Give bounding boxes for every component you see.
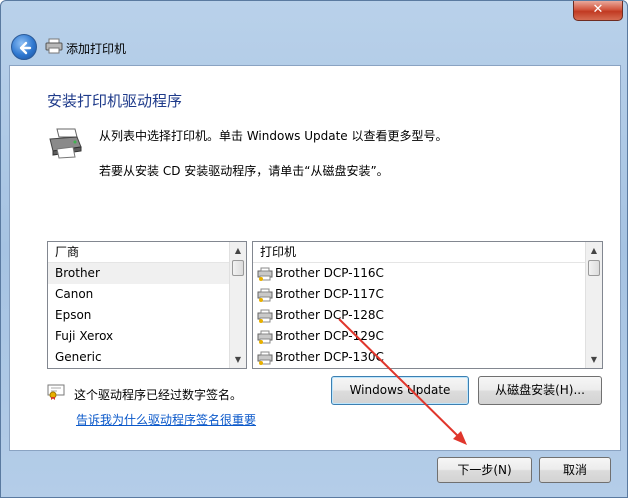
printer-listbox[interactable]: 打印机 Brother DCP-116C Brother DCP-117C Br…	[252, 241, 603, 369]
printer-item-label: Brother DCP-116C	[275, 266, 384, 280]
cancel-button[interactable]: 取消	[539, 457, 611, 483]
printer-icon	[45, 38, 63, 54]
back-arrow-icon	[19, 41, 32, 55]
printer-column-header[interactable]: 打印机	[253, 242, 602, 263]
printer-scrollbar[interactable]: ▲ ▼	[585, 242, 602, 368]
scroll-down-arrow[interactable]: ▼	[586, 351, 602, 368]
navigation-bar: 添加打印机	[9, 31, 621, 65]
windows-update-button[interactable]: Windows Update	[331, 376, 469, 405]
signature-status: 这个驱动程序已经过数字签名。	[74, 388, 243, 402]
printer-item[interactable]: Brother DCP-116C	[253, 263, 602, 284]
scroll-thumb[interactable]	[588, 260, 600, 276]
page-title: 安装打印机驱动程序	[47, 92, 183, 110]
manufacturer-item[interactable]: Fuji Xerox	[48, 326, 246, 347]
printer-driver-icon	[257, 309, 273, 323]
scroll-up-arrow[interactable]: ▲	[230, 242, 246, 259]
printer-driver-icon	[257, 330, 273, 344]
manufacturer-item[interactable]: Generic	[48, 347, 246, 368]
certificate-icon	[47, 384, 65, 400]
printer-item[interactable]: Brother DCP-117C	[253, 284, 602, 305]
instruction-text-disk: 若要从安装 CD 安装驱动程序，请单击“从磁盘安装”。	[99, 164, 389, 178]
manufacturer-item[interactable]: Canon	[48, 284, 246, 305]
printer-item-label: Brother DCP-130C	[275, 350, 384, 364]
manufacturer-item[interactable]: Epson	[48, 305, 246, 326]
scroll-up-arrow[interactable]: ▲	[586, 242, 602, 259]
printer-item-label: Brother DCP-128C	[275, 308, 384, 322]
instruction-text: 从列表中选择打印机。单击 Windows Update 以查看更多型号。	[99, 129, 448, 143]
next-button[interactable]: 下一步(N)	[437, 457, 532, 483]
printer-driver-icon	[49, 128, 82, 159]
printer-driver-icon	[257, 351, 273, 365]
driver-signing-help-link[interactable]: 告诉我为什么驱动程序签名很重要	[76, 411, 256, 428]
manufacturer-column-header[interactable]: 厂商	[48, 242, 246, 263]
manufacturer-listbox[interactable]: 厂商 Brother Canon Epson Fuji Xerox Generi…	[47, 241, 247, 369]
printer-driver-icon	[257, 267, 273, 281]
scroll-down-arrow[interactable]: ▼	[230, 351, 246, 368]
printer-item[interactable]: Brother DCP-129C	[253, 326, 602, 347]
printer-driver-icon	[257, 288, 273, 302]
window-title: 添加打印机	[66, 42, 127, 56]
wizard-content: 安装打印机驱动程序 从列表中选择打印机。单击 Windows Update 以查…	[9, 65, 621, 451]
printer-item[interactable]: Brother DCP-130C	[253, 347, 602, 368]
printer-item[interactable]: Brother DCP-128C	[253, 305, 602, 326]
have-disk-button[interactable]: 从磁盘安装(H)...	[478, 376, 602, 405]
window-frame: ✕ 添加打印机 安装打印机驱动程序 从列表中选择打印机。单击 Windows U…	[0, 0, 628, 498]
scroll-thumb[interactable]	[232, 260, 244, 276]
close-button[interactable]: ✕	[573, 1, 623, 21]
manufacturer-scrollbar[interactable]: ▲ ▼	[229, 242, 246, 368]
printer-item-label: Brother DCP-129C	[275, 329, 384, 343]
manufacturer-item[interactable]: Brother	[48, 263, 246, 284]
back-button[interactable]	[11, 34, 37, 60]
printer-item-label: Brother DCP-117C	[275, 287, 384, 301]
